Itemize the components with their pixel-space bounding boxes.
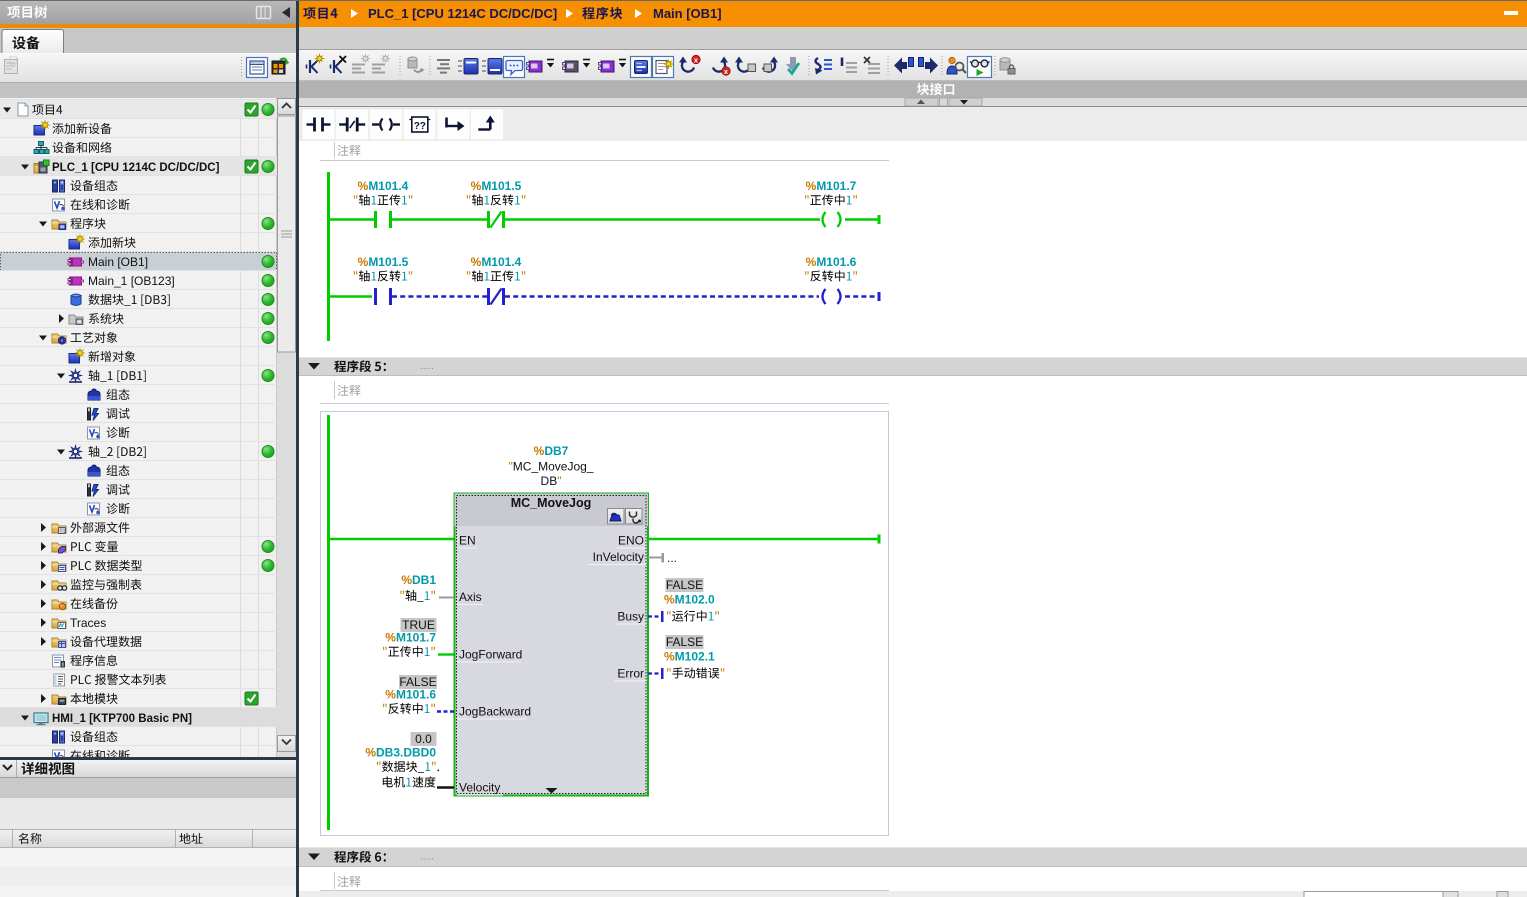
svg-text:PLC_1 [CPU 1214C DC/DC/DC]: PLC_1 [CPU 1214C DC/DC/DC]	[52, 162, 220, 174]
svg-text:InVelocity: InVelocity	[593, 550, 644, 564]
svg-text:HMI_1 [KTP700 Basic PN]: HMI_1 [KTP700 Basic PN]	[52, 713, 192, 725]
svg-text:EN: EN	[459, 534, 476, 548]
svg-text:%M101.7: %M101.7	[806, 179, 857, 193]
svg-text:%M101.6: %M101.6	[806, 255, 857, 269]
svg-text:%M101.4: %M101.4	[471, 255, 522, 269]
svg-text:ENO: ENO	[618, 534, 644, 548]
svg-text:i: i	[62, 662, 64, 669]
svg-text:??: ??	[414, 121, 426, 132]
svg-text:%DB7: %DB7	[534, 444, 569, 458]
svg-text:0.0: 0.0	[415, 732, 432, 746]
svg-text:...: ...	[667, 551, 677, 565]
svg-text:Error: Error	[617, 667, 644, 681]
svg-text:%DB3.DBD0: %DB3.DBD0	[365, 746, 436, 760]
svg-text:Busy: Busy	[617, 610, 644, 624]
svg-text:Main [OB1]: Main [OB1]	[653, 6, 722, 21]
svg-text:%M101.4: %M101.4	[358, 179, 409, 193]
svg-text:MC_MoveJog: MC_MoveJog	[511, 496, 592, 510]
svg-text:01: 01	[60, 529, 66, 535]
svg-text:%M101.7: %M101.7	[385, 631, 436, 645]
svg-text:DB": DB"	[541, 474, 562, 488]
svg-text:"MC_MoveJog_: "MC_MoveJog_	[509, 460, 594, 474]
svg-text:FALSE: FALSE	[666, 635, 703, 649]
svg-text:FALSE: FALSE	[666, 578, 703, 592]
svg-text:.....: .....	[420, 852, 434, 863]
svg-text:JogForward: JogForward	[459, 648, 522, 662]
svg-text:Main [OB1]: Main [OB1]	[88, 255, 148, 269]
svg-text:%DB1: %DB1	[401, 573, 436, 587]
svg-text:Velocity: Velocity	[459, 781, 500, 795]
svg-text:JogBackward: JogBackward	[459, 705, 531, 719]
svg-text:Traces: Traces	[70, 616, 106, 630]
svg-text:.....: .....	[420, 361, 434, 372]
svg-text:%M101.5: %M101.5	[471, 179, 522, 193]
svg-text:%M101.5: %M101.5	[358, 255, 409, 269]
svg-text:PLC_1 [CPU 1214C DC/DC/DC]: PLC_1 [CPU 1214C DC/DC/DC]	[368, 6, 557, 21]
svg-text:%M101.6: %M101.6	[385, 688, 436, 702]
svg-text:%M102.1: %M102.1	[664, 650, 715, 664]
svg-text:%M102.0: %M102.0	[664, 593, 715, 607]
svg-text:Main_1 [OB123]: Main_1 [OB123]	[88, 274, 175, 288]
svg-text:Axis: Axis	[459, 590, 482, 604]
